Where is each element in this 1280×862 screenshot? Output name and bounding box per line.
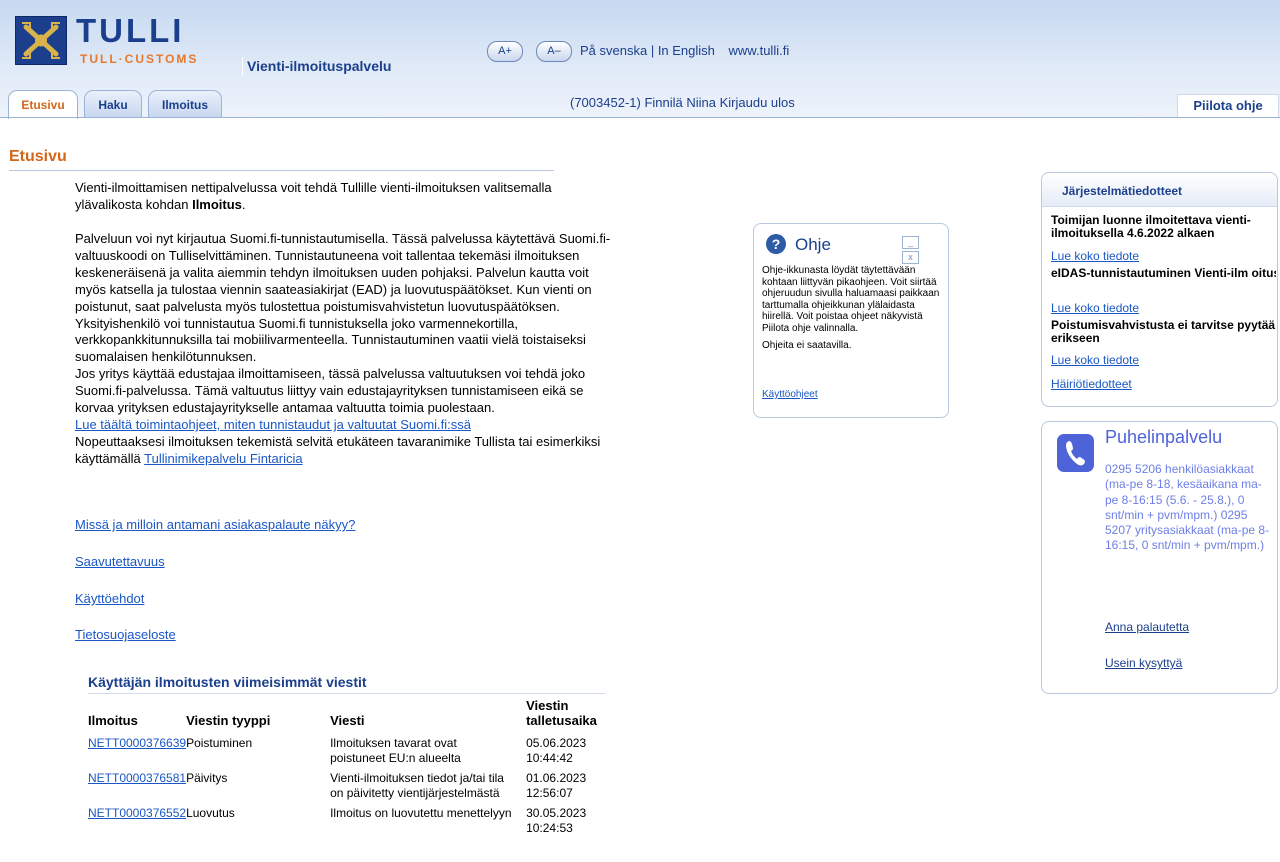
font-decrease-button[interactable]: A– bbox=[536, 41, 572, 62]
column-header: Viestin talletusaika bbox=[526, 698, 597, 728]
message-text: Vienti-ilmoituksen tiedot ja/tai tila on… bbox=[330, 771, 504, 800]
message-id-link[interactable]: NETT0000376639 bbox=[88, 736, 186, 750]
title-divider bbox=[9, 170, 554, 171]
table-header-row: Ilmoitus Viestin tyyppi Viesti Viestin t… bbox=[88, 698, 616, 731]
user-guide-link[interactable]: Käyttöohjeet bbox=[762, 389, 818, 400]
paragraph-private-person: Yksityishenkilö voi tunnistautua Suomi.f… bbox=[75, 315, 586, 365]
hide-help-button[interactable]: Piilota ohje bbox=[1177, 94, 1279, 118]
accessibility-link[interactable]: Saavutettavuus bbox=[75, 554, 165, 569]
table-row: NETT0000376581 Päivitys Vienti-ilmoituks… bbox=[88, 766, 616, 801]
swedish-link[interactable]: På svenska bbox=[580, 43, 647, 58]
system-notices-title: Järjestelmätiedotteet bbox=[1062, 184, 1183, 198]
messages-heading: Käyttäjän ilmoitusten viimeisimmät viest… bbox=[88, 674, 367, 690]
question-mark-icon: ? bbox=[766, 234, 786, 254]
messages-divider bbox=[88, 693, 605, 694]
minimize-icon[interactable]: _ bbox=[902, 236, 919, 249]
message-id-link[interactable]: NETT0000376552 bbox=[88, 806, 186, 820]
help-window-controls: _x bbox=[902, 236, 938, 264]
faq-link[interactable]: Usein kysyttyä bbox=[1105, 656, 1182, 670]
tab-etusivu[interactable]: Etusivu bbox=[8, 90, 78, 119]
notice-title: eIDAS-tunnistautuminen Vienti-ilm oitusp… bbox=[1051, 267, 1276, 280]
tab-haku[interactable]: Haku bbox=[84, 90, 142, 118]
column-header: Viesti bbox=[330, 713, 365, 728]
header-divider bbox=[0, 117, 1280, 118]
main-text: Palveluun voi nyt kirjautua Suomi.fi-tun… bbox=[75, 231, 615, 468]
close-icon[interactable]: x bbox=[902, 251, 919, 264]
notice-read-more-link[interactable]: Lue koko tiedote bbox=[1051, 249, 1139, 263]
language-separator: | bbox=[647, 43, 658, 58]
column-header: Viestin tyyppi bbox=[186, 713, 271, 728]
terms-link[interactable]: Käyttöehdot bbox=[75, 591, 144, 606]
paragraph-representative: Jos yritys käyttää edustajaa ilmoittamis… bbox=[75, 366, 586, 416]
phone-service-panel: Puhelinpalvelu 0295 5206 henkilöasiakkaa… bbox=[1041, 421, 1278, 694]
intro-sentence: Vienti-ilmoittamisen nettipalvelussa voi… bbox=[75, 180, 552, 212]
message-time: 05.06.2023 10:44:42 bbox=[526, 736, 587, 765]
service-name: Vienti-ilmoituspalvelu bbox=[242, 57, 391, 76]
intro-text: Vienti-ilmoittamisen nettipalvelussa voi… bbox=[75, 180, 615, 213]
message-id-link[interactable]: NETT0000376581 bbox=[88, 771, 186, 785]
instructions-link[interactable]: Lue täältä toimintaohjeet, miten tunnist… bbox=[75, 417, 615, 434]
feedback-visibility-link[interactable]: Missä ja milloin antamani asiakaspalaute… bbox=[75, 517, 355, 532]
font-increase-button[interactable]: A+ bbox=[487, 41, 523, 62]
message-type: Poistuminen bbox=[186, 736, 253, 750]
phone-service-info: 0295 5206 henkilöasiakkaat (ma-pe 8-18, … bbox=[1105, 462, 1270, 553]
intro-end: . bbox=[241, 196, 246, 212]
notice-read-more-link[interactable]: Lue koko tiedote bbox=[1051, 301, 1139, 315]
logo-wordmark: TULLI bbox=[76, 12, 185, 49]
message-time: 01.06.2023 12:56:07 bbox=[526, 771, 587, 800]
english-link[interactable]: In English bbox=[658, 43, 715, 58]
notice-title: Toimijan luonne ilmoitettava vienti-ilmo… bbox=[1051, 213, 1251, 240]
intro-bold: Ilmoitus bbox=[192, 196, 242, 212]
table-row: NETT0000376639 Poistuminen Ilmoituksen t… bbox=[88, 731, 616, 766]
help-title: Ohje bbox=[795, 235, 831, 254]
customs-emblem-icon bbox=[15, 16, 67, 65]
message-type: Päivitys bbox=[186, 771, 228, 785]
notice-read-more-link[interactable]: Lue koko tiedote bbox=[1051, 353, 1139, 367]
paragraph-login: Palveluun voi nyt kirjautua Suomi.fi-tun… bbox=[75, 231, 611, 314]
user-info: (7003452-1) Finnilä Niina Kirjaudu ulos bbox=[570, 95, 795, 110]
message-time: 30.05.2023 10:24:53 bbox=[526, 806, 587, 835]
disturbance-notices-link[interactable]: Häiriötiedotteet bbox=[1051, 377, 1132, 391]
message-text: Ilmoituksen tavarat ovat poistuneet EU:n… bbox=[330, 736, 461, 765]
language-links: På svenska | In English www.tulli.fi bbox=[580, 43, 789, 58]
page-title: Etusivu bbox=[9, 148, 67, 165]
give-feedback-link[interactable]: Anna palautetta bbox=[1105, 620, 1189, 634]
logo-subtitle: TULL·CUSTOMS bbox=[80, 52, 199, 66]
header: TULLI TULL·CUSTOMS Vienti-ilmoituspalvel… bbox=[0, 0, 1280, 119]
fintaric-link[interactable]: Tullinimikepalvelu Fintaricia bbox=[144, 451, 302, 466]
phone-icon bbox=[1057, 434, 1094, 472]
help-description: Ohje-ikkunasta löydät täytettävään kohta… bbox=[762, 265, 940, 334]
table-row: NETT0000376552 Luovutus Ilmoitus on luov… bbox=[88, 801, 616, 836]
tulli-site-link[interactable]: www.tulli.fi bbox=[729, 43, 790, 58]
logout-link[interactable]: Kirjaudu ulos bbox=[720, 95, 795, 110]
notice-title: Poistumisvahvistusta ei tarvitse pyytää … bbox=[1051, 318, 1276, 345]
user-identity: (7003452-1) Finnilä Niina bbox=[570, 95, 716, 110]
privacy-link[interactable]: Tietosuojaseloste bbox=[75, 627, 176, 642]
message-text: Ilmoitus on luovutettu menettelyyn bbox=[330, 806, 512, 820]
column-header: Ilmoitus bbox=[88, 713, 138, 728]
system-notices-panel: Järjestelmätiedotteet Toimijan luonne il… bbox=[1041, 172, 1278, 407]
help-no-content: Ohjeita ei saatavilla. bbox=[762, 339, 852, 351]
tab-ilmoitus[interactable]: Ilmoitus bbox=[148, 90, 222, 118]
help-text: Ohje-ikkunasta löydät täytettävään kohta… bbox=[762, 265, 942, 356]
help-panel[interactable]: ? Ohje _x Ohje-ikkunasta löydät täytettä… bbox=[753, 223, 949, 418]
phone-service-title: Puhelinpalvelu bbox=[1105, 427, 1223, 447]
messages-table: Ilmoitus Viestin tyyppi Viesti Viestin t… bbox=[88, 698, 616, 836]
message-type: Luovutus bbox=[186, 806, 235, 820]
